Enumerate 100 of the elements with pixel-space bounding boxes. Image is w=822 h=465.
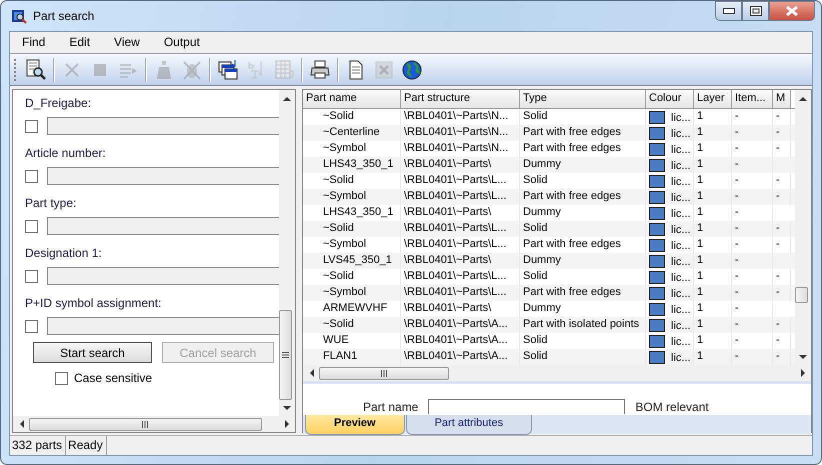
document-magnifier-icon[interactable] bbox=[25, 58, 47, 80]
scroll-left-icon[interactable] bbox=[18, 420, 24, 428]
close-icon bbox=[785, 5, 799, 17]
table-cell: 1 bbox=[694, 125, 732, 141]
column-header[interactable]: Part structure bbox=[401, 90, 520, 108]
printer-icon[interactable] bbox=[309, 58, 331, 80]
scroll-up-icon[interactable] bbox=[283, 96, 291, 100]
scroll-thumb[interactable] bbox=[319, 366, 449, 380]
table-cell: - bbox=[732, 285, 773, 301]
field-label: D_Freigabe: bbox=[25, 95, 92, 112]
scroll-thumb[interactable] bbox=[279, 310, 292, 400]
maximize-icon bbox=[750, 6, 762, 16]
tab[interactable]: Part attributes bbox=[406, 415, 532, 435]
column-header[interactable]: Part name bbox=[303, 90, 401, 108]
table-cell: lic... bbox=[671, 144, 691, 156]
scroll-down-icon[interactable] bbox=[283, 406, 291, 410]
scroll-right-icon[interactable] bbox=[284, 420, 290, 428]
checkbox-label: Case sensitive bbox=[74, 371, 152, 385]
table-cell: ~Symbol bbox=[303, 285, 401, 301]
table-cell: lic... bbox=[671, 192, 691, 204]
checkbox[interactable] bbox=[25, 120, 38, 132]
table-cell: lic... bbox=[671, 304, 691, 316]
checkbox[interactable] bbox=[25, 320, 38, 332]
table-cell: - bbox=[732, 317, 773, 333]
table-cell: lic... bbox=[671, 160, 691, 172]
scroll-down-icon[interactable] bbox=[799, 354, 807, 360]
vertical-scrollbar[interactable] bbox=[279, 90, 295, 416]
table-cell: 1 bbox=[694, 317, 732, 333]
table-cell: 1 bbox=[694, 189, 732, 205]
table-cell: - bbox=[732, 221, 773, 237]
table-row[interactable]: LVS45_350_1 \RBL0401\~Parts\ Dummy lic... 1 - bbox=[303, 253, 795, 269]
tab[interactable]: Preview bbox=[305, 415, 405, 435]
minimize-icon bbox=[722, 8, 734, 14]
checkbox[interactable] bbox=[55, 372, 68, 384]
table-cell: lic... bbox=[671, 256, 691, 268]
input-field[interactable] bbox=[428, 399, 626, 414]
table-cell: 1 bbox=[694, 285, 732, 301]
horizontal-scrollbar[interactable] bbox=[13, 416, 295, 432]
column-header[interactable]: Type bbox=[520, 90, 646, 108]
maximize-button[interactable] bbox=[742, 1, 769, 21]
table-row[interactable]: LHS43_350_1 \RBL0401\~Parts\ Dummy lic... 1 - bbox=[303, 157, 795, 173]
table-cell: Part with free edges bbox=[520, 189, 646, 205]
table-cell: Dummy bbox=[520, 157, 646, 173]
table-cell: Part with free edges bbox=[520, 285, 646, 301]
scroll-thumb[interactable] bbox=[29, 418, 262, 430]
close-button[interactable] bbox=[769, 1, 815, 21]
checkbox[interactable] bbox=[25, 220, 38, 232]
search-button[interactable]: Start search bbox=[33, 342, 152, 363]
table-row[interactable]: ~Symbol \RBL0401\~Parts\L... Part with free edges lic... 1 - - bbox=[303, 285, 795, 301]
checkbox[interactable] bbox=[25, 170, 38, 182]
horizontal-scrollbar[interactable] bbox=[303, 365, 811, 381]
table-cell: 1 bbox=[694, 157, 732, 173]
column-header[interactable]: M bbox=[773, 90, 791, 108]
menu-item[interactable]: Output bbox=[152, 32, 212, 53]
table-cell: ~Centerline bbox=[303, 125, 401, 141]
scroll-right-icon[interactable] bbox=[800, 369, 806, 377]
menu-item[interactable]: Find bbox=[10, 32, 58, 53]
table-cell: lic... bbox=[671, 112, 691, 124]
table-cell: - bbox=[732, 253, 773, 269]
window-title: Part search bbox=[33, 9, 96, 23]
field-label: Part name bbox=[363, 400, 418, 414]
table-cell: \RBL0401\~Parts\L... bbox=[401, 189, 520, 205]
table-cell: - bbox=[732, 189, 773, 205]
column-header[interactable]: Layer bbox=[694, 90, 732, 108]
grip-icon bbox=[282, 352, 289, 358]
scroll-up-icon[interactable] bbox=[799, 96, 807, 100]
table-cell: 1 bbox=[694, 221, 732, 237]
table-cell: \RBL0401\~Parts\A... bbox=[401, 317, 520, 333]
table-cell: lic... bbox=[671, 208, 691, 220]
checkbox[interactable] bbox=[25, 270, 38, 282]
field-label: Article number: bbox=[25, 145, 107, 162]
field-label: P+ID symbol assignment: bbox=[25, 295, 162, 312]
table-cell: Part with isolated points bbox=[520, 317, 646, 333]
menu-item[interactable]: Edit bbox=[57, 32, 102, 53]
table-cell: ~Solid bbox=[303, 221, 401, 237]
app-icon bbox=[11, 8, 27, 24]
table-row[interactable]: ~Solid \RBL0401\~Parts\L... Solid lic... 1 - - bbox=[303, 221, 795, 237]
stacked-windows-icon[interactable] bbox=[217, 58, 239, 80]
toolbar-grip[interactable] bbox=[14, 58, 19, 80]
table-cell: ~Solid bbox=[303, 317, 401, 333]
minimize-button[interactable] bbox=[715, 1, 742, 21]
table-cell: LHS43_350_1 bbox=[303, 157, 401, 173]
column-header[interactable]: Colour bbox=[646, 90, 694, 108]
status-text: 332 parts bbox=[10, 436, 66, 455]
table-cell: - bbox=[773, 221, 791, 237]
column-header[interactable]: Item... bbox=[732, 90, 773, 108]
globe-icon[interactable] bbox=[401, 58, 423, 80]
table-row[interactable]: ~Symbol \RBL0401\~Parts\L... Part with free edges lic... 1 - - bbox=[303, 189, 795, 205]
table-row[interactable]: ~Centerline \RBL0401\~Parts\N... Part with free edges lic... 1 - - bbox=[303, 125, 795, 141]
table-cell: Dummy bbox=[520, 253, 646, 269]
scroll-left-icon[interactable] bbox=[308, 369, 314, 377]
scroll-thumb[interactable] bbox=[795, 286, 808, 304]
table-cell: \RBL0401\~Parts\L... bbox=[401, 221, 520, 237]
menu-item[interactable]: View bbox=[102, 32, 152, 53]
table-cell: - bbox=[773, 317, 791, 333]
table-cell: - bbox=[773, 285, 791, 301]
table-row[interactable]: ~Solid \RBL0401\~Parts\A... Part with isolated points lic... 1 - - bbox=[303, 317, 795, 333]
table-row[interactable]: FLAN1 \RBL0401\~Parts\A... Solid lic... 1 - - bbox=[303, 349, 795, 365]
table-cell: lic... bbox=[671, 176, 691, 188]
vertical-scrollbar[interactable] bbox=[795, 90, 811, 365]
